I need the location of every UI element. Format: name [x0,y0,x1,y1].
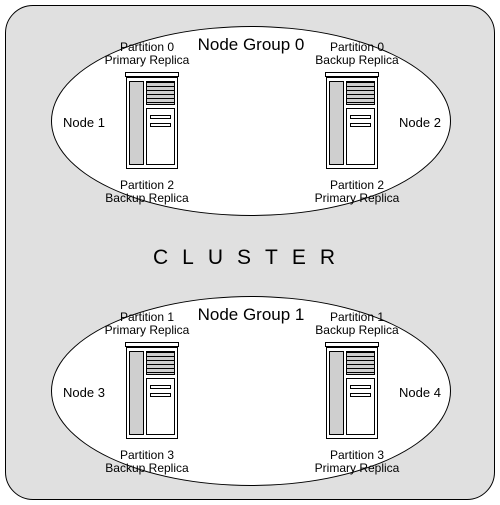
replica-role: Backup Replica [315,53,398,67]
node-group-1: Node Group 1 Partition 1 Primary Replica… [51,296,451,486]
partition-name: Partition 1 [120,310,174,324]
ng1-bottom-left-label: Partition 3 Backup Replica [92,449,202,475]
ng0-bottom-left-label: Partition 2 Backup Replica [92,179,202,205]
node-1-label: Node 1 [49,115,119,130]
partition-name: Partition 1 [330,310,384,324]
replica-role: Primary Replica [105,53,190,67]
server-icon [126,77,178,169]
replica-role: Backup Replica [315,323,398,337]
replica-role: Primary Replica [315,461,400,475]
replica-role: Primary Replica [105,323,190,337]
ng0-top-right-label: Partition 0 Backup Replica [302,41,412,67]
server-icon [326,347,378,439]
node-2-label: Node 2 [385,115,455,130]
partition-name: Partition 0 [330,40,384,54]
partition-name: Partition 3 [120,448,174,462]
partition-name: Partition 2 [330,178,384,192]
replica-role: Backup Replica [105,191,188,205]
cluster-container: Node Group 0 Partition 0 Primary Replica… [5,5,495,500]
ng1-bottom-right-label: Partition 3 Primary Replica [302,449,412,475]
ng1-top-right-label: Partition 1 Backup Replica [302,311,412,337]
replica-role: Primary Replica [315,191,400,205]
ng1-top-left-label: Partition 1 Primary Replica [92,311,202,337]
node-group-0: Node Group 0 Partition 0 Primary Replica… [51,26,451,216]
server-icon [126,347,178,439]
server-icon [326,77,378,169]
replica-role: Backup Replica [105,461,188,475]
ng0-top-left-label: Partition 0 Primary Replica [92,41,202,67]
partition-name: Partition 3 [330,448,384,462]
node-4-label: Node 4 [385,385,455,400]
partition-name: Partition 0 [120,40,174,54]
cluster-label: CLUSTER [6,246,496,270]
node-3-label: Node 3 [49,385,119,400]
partition-name: Partition 2 [120,178,174,192]
ng0-bottom-right-label: Partition 2 Primary Replica [302,179,412,205]
